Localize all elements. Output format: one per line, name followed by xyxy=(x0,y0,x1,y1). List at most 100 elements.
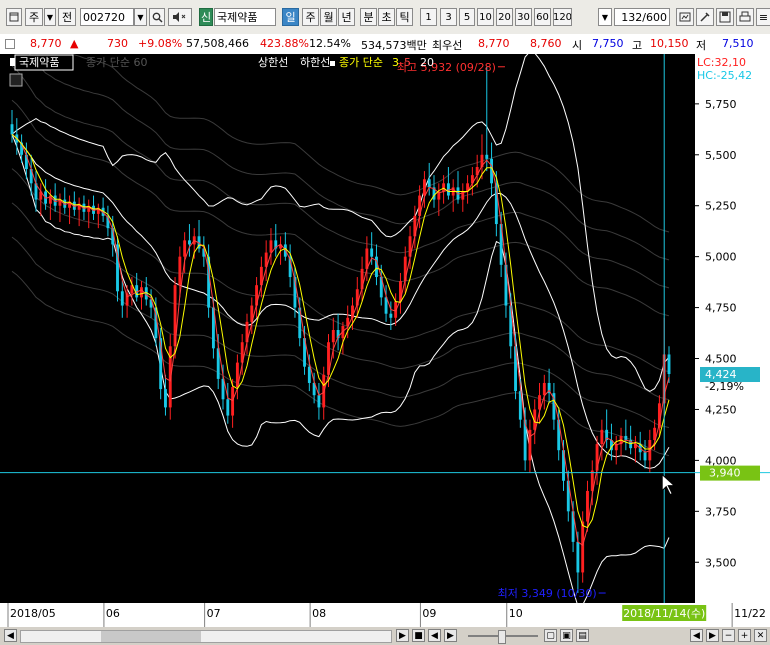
zoom-in-icon[interactable]: + xyxy=(738,629,751,642)
y-tick-label: 5,000 xyxy=(705,251,737,264)
crosshair-date-label: 2018/11/14(수) xyxy=(623,607,705,620)
x-tick-label: 08 xyxy=(312,607,326,620)
rewind-icon[interactable]: ◀ xyxy=(428,629,441,642)
sound-icon[interactable] xyxy=(168,8,192,26)
stock-name-text: 국제약품 xyxy=(217,11,258,24)
window-menu-icon[interactable]: ≡ xyxy=(756,8,770,26)
candle-body xyxy=(581,521,585,573)
legend-ma20: 20 xyxy=(420,56,434,69)
period-dropdown-icon[interactable]: ▼ xyxy=(44,8,56,26)
interval-button-3[interactable]: 10 xyxy=(477,8,494,26)
quote-checkbox[interactable] xyxy=(5,39,15,49)
candle-body xyxy=(183,240,187,257)
chart-title: 국제약품 xyxy=(19,55,59,69)
zoom-out-icon[interactable]: − xyxy=(722,629,735,642)
y-tick-label: 3,750 xyxy=(705,505,737,518)
interval-button-2[interactable]: 5 xyxy=(459,8,475,26)
toolbar: 주 ▼ 전 002720 ▼ 신 국제약품 일주월년분초틱 1 3 5 10 20 30 6… xyxy=(0,0,770,35)
interval-button-1[interactable]: 3 xyxy=(440,8,457,26)
candle-body xyxy=(422,179,426,196)
interval-button-5[interactable]: 30 xyxy=(515,8,532,26)
zoom-handle[interactable] xyxy=(498,630,506,644)
x-tick-label: 07 xyxy=(207,607,221,620)
y-tick-label: 3,500 xyxy=(705,556,737,569)
page-count-field[interactable]: 132/600 xyxy=(614,8,670,26)
prev-button[interactable]: 전 xyxy=(58,8,76,26)
turnover: 12.54% xyxy=(309,37,351,50)
interval-button-6[interactable]: 60 xyxy=(534,8,551,26)
overlay-icon[interactable]: ▤ xyxy=(576,629,589,642)
candle-body xyxy=(331,330,335,343)
tab-2[interactable]: 월 xyxy=(320,8,337,26)
scroll-left-icon[interactable]: ◀ xyxy=(4,629,17,642)
interval-button-7[interactable]: 120 xyxy=(553,8,572,26)
new-badge-text: 신 xyxy=(200,11,212,24)
candle-body xyxy=(164,389,167,408)
quote-bar: 8,770 ▲ 730 +9.08% 57,508,466 423.88% 12… xyxy=(0,34,770,55)
play-icon[interactable]: ▶ xyxy=(396,629,409,642)
legend-ma5: 5 xyxy=(404,56,411,69)
code-dropdown-icon[interactable]: ▼ xyxy=(134,8,147,26)
chart-settings-icon[interactable] xyxy=(676,8,694,26)
candle-body xyxy=(576,541,580,573)
interval-button-0[interactable]: 1 xyxy=(420,8,437,26)
stop-icon[interactable]: ■ xyxy=(412,629,425,642)
stock-name-field[interactable]: 국제약품 xyxy=(214,8,276,26)
candle-body xyxy=(317,395,321,408)
grid-icon[interactable] xyxy=(9,73,23,87)
candle-body xyxy=(389,313,393,318)
open-label: 시 xyxy=(572,39,583,52)
tools-icon[interactable] xyxy=(696,8,714,26)
save-icon[interactable] xyxy=(716,8,734,26)
scroll-prev-icon[interactable]: ◀ xyxy=(690,629,703,642)
low-annotation: 최저 3,349 (10/30) xyxy=(498,587,597,600)
high-label: 고 xyxy=(632,39,643,52)
scroll-track[interactable] xyxy=(20,630,392,643)
y-tick-label: 4,750 xyxy=(705,302,737,315)
x-tick-label: 10 xyxy=(509,607,523,620)
bottom-scrollbar: ◀ ▶ ■ ◀ ▶ ▢ ▣ ▤ ◀ ▶ − + ✕ xyxy=(0,627,770,645)
forward-icon[interactable]: ▶ xyxy=(444,629,457,642)
x-tick-label: 11/22 xyxy=(734,607,766,620)
trade-amount: 534,573백만 xyxy=(361,39,427,52)
candle-body xyxy=(542,382,546,396)
stock-code-input[interactable]: 002720 xyxy=(80,8,134,26)
interval-button-4[interactable]: 20 xyxy=(496,8,513,26)
chart-area[interactable]: 3,500 3,750 4,000 4,250 4,500 4,750 5,000 5,250… xyxy=(0,0,770,645)
legend-ma3: 3 xyxy=(392,56,399,69)
candle-body xyxy=(140,287,143,298)
tab-6[interactable]: 틱 xyxy=(396,8,413,26)
y-tick-label: 5,750 xyxy=(705,98,737,111)
panel-icon[interactable] xyxy=(6,8,22,26)
tab-0[interactable]: 일 xyxy=(282,8,299,26)
candle-body xyxy=(187,240,191,245)
scroll-end-icon[interactable]: ▶ xyxy=(706,629,719,642)
lc-label: LC:32,10 xyxy=(697,56,746,69)
tab-3[interactable]: 년 xyxy=(338,8,355,26)
crosshair-price-label: 3,940 xyxy=(709,467,741,480)
x-tick-label: 09 xyxy=(422,607,436,620)
tab-1[interactable]: 주 xyxy=(302,8,319,26)
zoom-reset-icon[interactable]: ▢ xyxy=(544,629,557,642)
y-tick-label: 5,250 xyxy=(705,200,737,213)
x-tick-label: 2018/05 xyxy=(10,607,56,620)
tab-4[interactable]: 분 xyxy=(360,8,377,26)
candle-body xyxy=(442,183,446,192)
volume: 57,508,466 xyxy=(186,37,249,50)
zoom-fit-icon[interactable]: ▣ xyxy=(560,629,573,642)
tab-5[interactable]: 초 xyxy=(378,8,395,26)
y-tick-label: 5,500 xyxy=(705,149,737,162)
close-chart-icon[interactable]: ✕ xyxy=(754,629,767,642)
price-chart[interactable]: 3,500 3,750 4,000 4,250 4,500 4,750 5,000 5,250… xyxy=(0,0,770,627)
period-select[interactable]: 주 xyxy=(25,8,43,26)
low-price: 7,510 xyxy=(722,37,754,50)
y-tick-label: 4,250 xyxy=(705,403,737,416)
search-icon[interactable] xyxy=(149,8,165,26)
volume-pct: 423.88% xyxy=(260,37,309,50)
scroll-thumb[interactable] xyxy=(101,631,201,642)
legend-upper: 상한선 xyxy=(258,56,288,69)
candle-body xyxy=(427,179,431,188)
chart-background xyxy=(0,54,770,627)
page-dropdown-icon[interactable]: ▼ xyxy=(598,8,612,26)
print-icon[interactable] xyxy=(736,8,754,26)
